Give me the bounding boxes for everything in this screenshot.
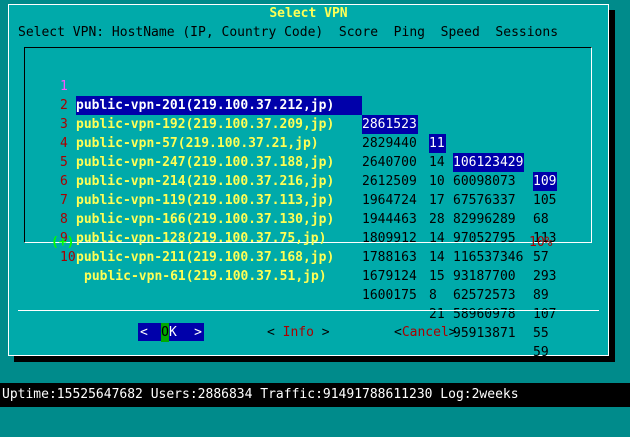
item-ping: 8 [429,288,437,303]
list-item[interactable]: 8 public-vpn-128(219.100.37.75,jp) 17881… [60,191,556,322]
list-item[interactable]: 2 public-vpn-192(219.100.37.209,jp) 2829… [60,77,556,208]
item-hostname: public-vpn-57(219.100.37.21,jp) [76,136,319,151]
item-score: 2829440 [362,136,417,151]
list-item[interactable]: 1 public-vpn-201(219.100.37.212,jp) 2861… [60,58,558,191]
item-speed: 106123429 [453,153,525,172]
status-bar: Uptime:15525647682 Users:2886834 Traffic… [0,383,630,407]
item-ping: 15 [429,269,445,284]
item-hostname: public-vpn-214(219.100.37.216,jp) [76,174,335,189]
info-label: Info [274,325,322,340]
item-score: 1679124 [362,269,417,284]
ok-right-bracket: > [194,325,202,340]
vpn-list[interactable]: 1 public-vpn-201(219.100.37.212,jp) 2861… [24,47,592,360]
item-ping: 28 [429,212,445,227]
item-speed: 62572573 [453,288,516,303]
list-item[interactable]: 9 public-vpn-211(219.100.37.168,jp) 1679… [60,210,549,341]
info-left-bracket: < [267,325,275,340]
item-sessions: 109 [533,172,558,191]
item-score: 1788163 [362,250,417,265]
item-speed: 93187700 [453,269,516,284]
list-item[interactable]: 7 public-vpn-166(219.100.37.130,jp) 1809… [60,172,549,303]
item-score: 1944463 [362,212,417,227]
item-score: 1964724 [362,193,417,208]
ok-button[interactable]: < O K > [138,323,204,342]
item-score: 2861523 [362,115,418,134]
item-score: 1809912 [362,231,417,246]
item-speed: 58960978 [453,307,516,322]
item-ping: 11 [429,134,446,153]
ok-left-bracket: < [140,325,148,340]
item-speed: 82996289 [453,212,516,227]
list-item[interactable]: 6 public-vpn-119(219.100.37.113,jp) 1944… [60,153,556,284]
scroll-more-indicator: (+) [51,235,75,250]
cancel-left-bracket: < [394,325,402,340]
info-button[interactable]: < Info > [267,323,330,342]
dialog-title: Select VPN [9,5,608,22]
item-speed: 60098073 [453,174,516,189]
select-vpn-dialog: Select VPN Select VPN: HostName (IP, Cou… [8,4,609,360]
column-header: Select VPN: HostName (IP, Country Code) … [18,25,559,40]
item-score: 2612509 [362,174,417,189]
cancel-button[interactable]: <Cancel> [394,323,457,342]
item-ping: 21 [429,307,445,322]
list-item[interactable]: 4 public-vpn-247(219.100.37.188,jp) 2612… [60,115,556,246]
item-score: 1600175 [362,288,417,303]
item-hostname: public-vpn-61(219.100.37.51,jp) [84,269,327,284]
item-ping: 10 [429,174,445,189]
item-hostname: public-vpn-128(219.100.37.75,jp) [76,231,327,246]
list-item[interactable]: 3 public-vpn-57(219.100.37.21,jp) 264070… [60,96,549,227]
item-sessions: 105 [533,193,557,208]
item-hostname: public-vpn-211(219.100.37.168,jp) [76,250,335,265]
cancel-right-bracket: > [448,325,457,340]
ok-hotkey: O [161,323,169,342]
item-hostname: public-vpn-201(219.100.37.212,jp) [76,96,362,115]
scroll-percent: 10% [529,235,553,250]
item-speed: 97052795 [453,231,516,246]
ok-label: K [169,325,177,340]
cancel-label: Cancel [401,325,449,340]
item-speed: 95913871 [453,326,516,341]
item-ping: 14 [429,231,445,246]
item-sessions: 89 [533,288,549,303]
list-item[interactable]: 5 public-vpn-214(219.100.37.216,jp) 1964… [60,134,549,265]
item-hostname: public-vpn-166(219.100.37.130,jp) [76,212,335,227]
item-hostname: public-vpn-247(219.100.37.188,jp) [76,155,335,170]
item-hostname: public-vpn-119(219.100.37.113,jp) [76,193,335,208]
info-right-bracket: > [321,325,330,340]
item-sessions: 59 [533,345,549,360]
item-ping: 14 [429,250,445,265]
item-hostname: public-vpn-192(219.100.37.209,jp) [76,117,335,132]
item-sessions: 55 [533,326,549,341]
item-ping: 17 [429,193,445,208]
item-speed: 116537346 [453,250,524,265]
item-score: 2640700 [362,155,417,170]
item-speed: 67576337 [453,193,516,208]
item-sessions: 107 [533,307,557,322]
item-sessions: 293 [533,269,557,284]
item-sessions: 68 [533,212,549,227]
item-ping: 14 [429,155,445,170]
button-separator [18,310,599,311]
